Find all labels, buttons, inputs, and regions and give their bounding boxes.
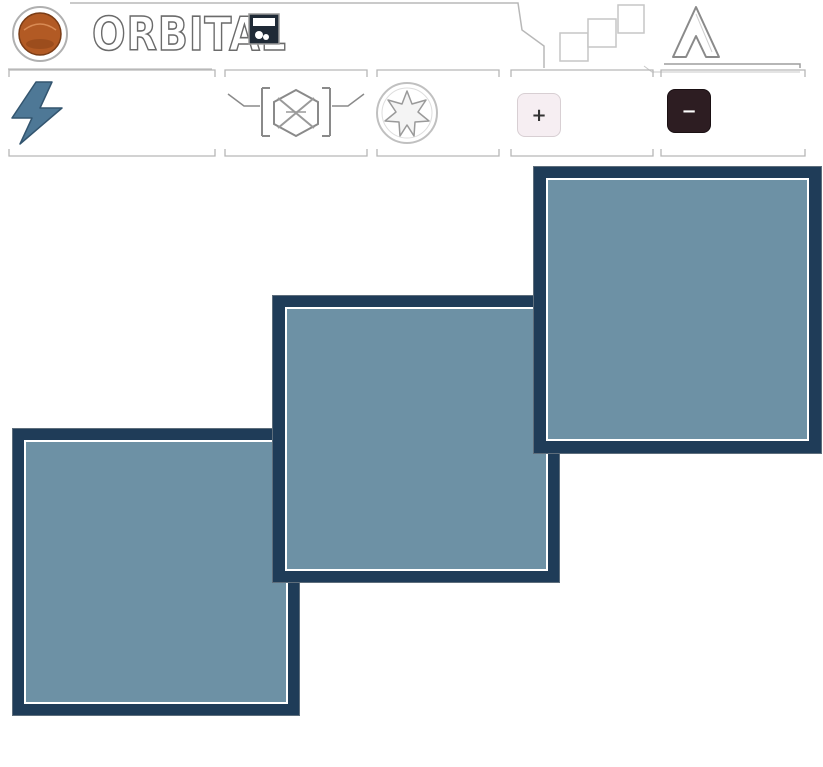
- tile-left-face: [24, 440, 288, 704]
- tile-middle-face: [285, 307, 548, 571]
- star-badge-icon[interactable]: [374, 80, 440, 146]
- game-board: [0, 160, 823, 767]
- triangle-arrow-icon[interactable]: [670, 4, 722, 60]
- tile-right[interactable]: [533, 166, 822, 454]
- stairs-icon[interactable]: [558, 3, 648, 65]
- lightning-icon[interactable]: [6, 80, 66, 146]
- tile-right-face: [546, 178, 809, 441]
- zoom-out-button[interactable]: −: [667, 89, 711, 133]
- tile-middle[interactable]: [272, 295, 560, 583]
- flag-icon: [248, 13, 280, 45]
- hexagon-rune-icon[interactable]: [226, 84, 366, 140]
- tile-left[interactable]: [12, 428, 300, 716]
- zoom-in-button[interactable]: +: [517, 93, 561, 137]
- orb-logo-icon[interactable]: [10, 4, 70, 64]
